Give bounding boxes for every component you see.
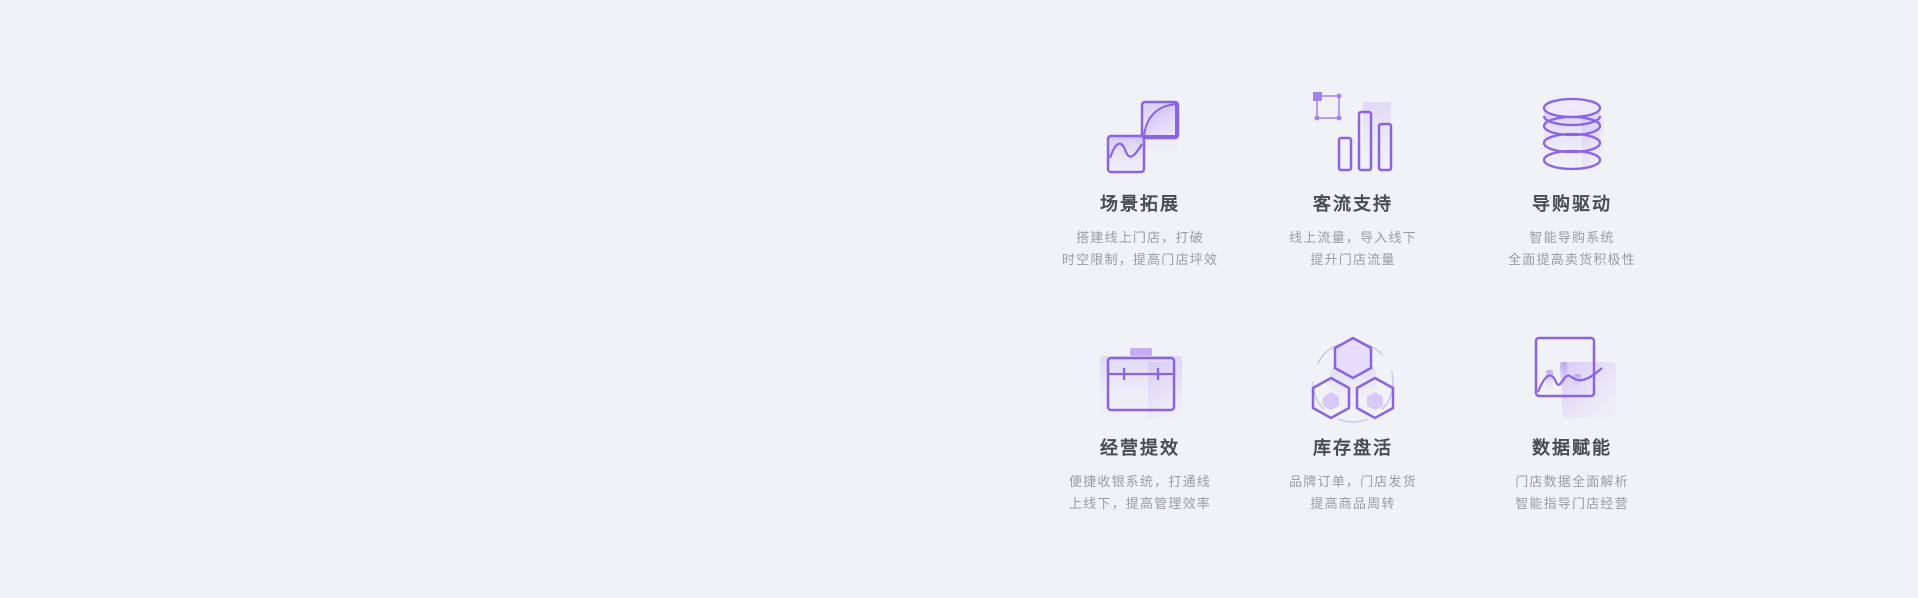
feature-desc-line: 品牌订单，门店发货 [1289,475,1417,490]
feature-inventory-activation: 库存盘活 品牌订单，门店发货 提高商品周转 [1233,332,1473,516]
feature-description: 品牌订单，门店发货 提高商品周转 [1233,472,1473,516]
feature-description: 门店数据全面解析 智能指导门店经营 [1452,472,1692,516]
features-grid: 场景拓展 搭建线上门店，打破 时空限制，提高门店坪效 客流支持 线上流量，导入线… [1020,88,1680,538]
feature-description: 智能导购系统 全面提高卖货积极性 [1452,228,1692,272]
feature-desc-line: 智能指导门店经营 [1515,497,1629,512]
feature-desc-line: 搭建线上门店，打破 [1076,231,1204,246]
feature-desc-line: 线上流量，导入线下 [1289,231,1417,246]
feature-desc-line: 提升门店流量 [1310,253,1396,268]
scene-expand-icon [1090,88,1190,188]
feature-operation-efficiency: 经营提效 便捷收银系统，打通线 上线下，提高管理效率 [1020,332,1260,516]
feature-title: 导购驱动 [1532,194,1612,215]
feature-desc-line: 门店数据全面解析 [1515,475,1629,490]
feature-description: 搭建线上门店，打破 时空限制，提高门店坪效 [1020,228,1260,272]
feature-title: 数据赋能 [1532,438,1612,459]
coin-stack-icon [1522,88,1622,188]
feature-title: 库存盘活 [1313,438,1393,459]
feature-description: 便捷收银系统，打通线 上线下，提高管理效率 [1020,472,1260,516]
feature-guide-drive: 导购驱动 智能导购系统 全面提高卖货积极性 [1452,88,1692,272]
feature-description: 线上流量，导入线下 提升门店流量 [1233,228,1473,272]
feature-traffic-support: 客流支持 线上流量，导入线下 提升门店流量 [1233,88,1473,272]
feature-scene-expand: 场景拓展 搭建线上门店，打破 时空限制，提高门店坪效 [1020,88,1260,272]
feature-desc-line: 时空限制，提高门店坪效 [1061,253,1219,268]
hexagon-cluster-icon [1303,332,1403,432]
feature-title: 客流支持 [1313,194,1393,215]
feature-desc-line: 提高商品周转 [1310,497,1396,512]
feature-desc-line: 便捷收银系统，打通线 [1068,475,1211,490]
feature-desc-line: 智能导购系统 [1529,231,1615,246]
feature-desc-line: 上线下，提高管理效率 [1068,497,1211,512]
data-trend-icon [1522,332,1622,432]
feature-desc-line: 全面提高卖货积极性 [1508,253,1636,268]
traffic-chart-icon [1303,88,1403,188]
feature-title: 场景拓展 [1100,194,1180,215]
feature-title: 经营提效 [1100,438,1180,459]
feature-data-empower: 数据赋能 门店数据全面解析 智能指导门店经营 [1452,332,1692,516]
briefcase-icon [1090,332,1190,432]
